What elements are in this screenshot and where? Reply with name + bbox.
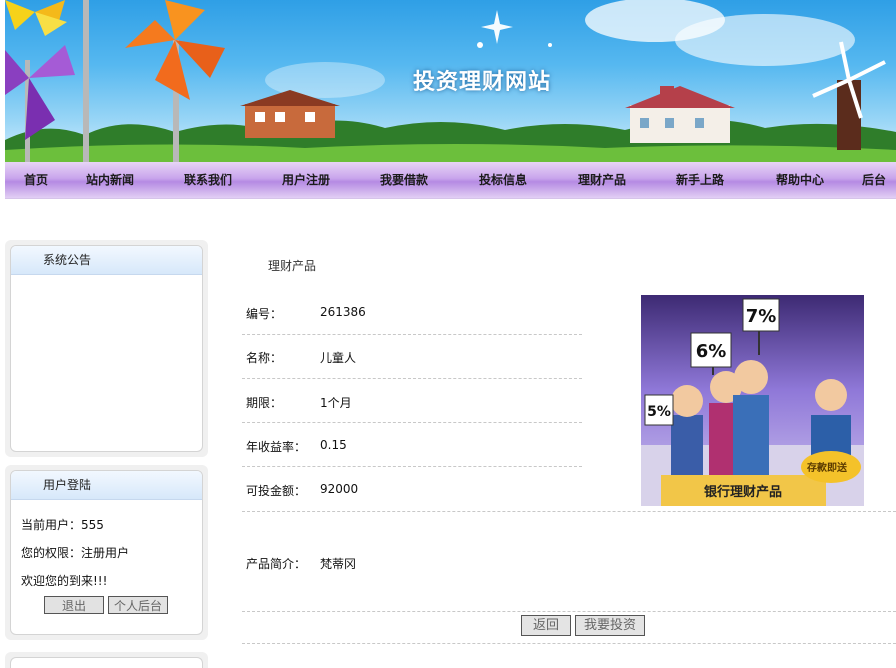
divider [242,334,582,335]
site-banner: 投资理财网站 [5,0,896,162]
product-image: 5% 6% 7% 存款即送 银行理财产品 [641,295,864,506]
page-title: 理财产品 [268,259,317,273]
nav-item-news[interactable]: 站内新闻 [86,162,134,198]
field-name-value: 儿童人 [320,351,357,365]
sign-7-percent: 7% [746,306,777,327]
field-rate-label: 年收益率： [246,440,307,454]
field-rate-value: 0.15 [320,438,347,452]
nav-item-borrow[interactable]: 我要借款 [380,162,428,198]
intro-label: 产品简介： [246,557,307,571]
field-name-label: 名称： [246,351,283,365]
nav-item-home[interactable]: 首页 [24,162,48,198]
notice-title: 系统公告 [11,246,202,275]
divider [242,511,896,512]
login-title: 用户登陆 [11,471,202,500]
logout-button[interactable]: 退出 [44,596,104,614]
field-amount-value: 92000 [320,482,359,496]
divider [242,378,582,379]
nav-item-contact[interactable]: 联系我们 [184,162,232,198]
notice-panel: 系统公告 [10,245,203,452]
nav-item-products[interactable]: 理财产品 [578,162,626,198]
back-button[interactable]: 返回 [521,615,571,636]
login-box: 用户登陆 当前用户：555 您的权限：注册用户 欢迎您的到来!!! 退出 个人后… [5,465,208,640]
nav-item-beginner[interactable]: 新手上路 [676,162,724,198]
nav-item-register[interactable]: 用户注册 [282,162,330,198]
field-term-value: 1个月 [320,396,352,410]
personal-center-button[interactable]: 个人后台 [108,596,168,614]
sidebar-next-box [5,652,208,668]
current-user: 当前用户：555 [21,518,104,532]
login-panel: 用户登陆 当前用户：555 您的权限：注册用户 欢迎您的到来!!! 退出 个人后… [10,470,203,635]
intro-value: 梵蒂冈 [320,557,357,571]
bank-products-text: 银行理财产品 [704,484,782,500]
nav-item-help[interactable]: 帮助中心 [776,162,824,198]
invest-button[interactable]: 我要投资 [575,615,645,636]
divider [242,643,896,644]
sign-6-percent: 6% [696,341,727,362]
field-term-label: 期限： [246,396,283,410]
site-title: 投资理财网站 [412,69,551,95]
nav-item-admin[interactable]: 后台 [862,162,886,198]
user-permission: 您的权限：注册用户 [21,546,130,560]
nav-item-bids[interactable]: 投标信息 [479,162,527,198]
divider [242,466,582,467]
deposit-text: 存款即送 [807,461,848,474]
main-nav: 首页 站内新闻 联系我们 用户注册 我要借款 投标信息 理财产品 新手上路 帮助… [5,162,896,199]
divider [242,611,896,612]
notice-box: 系统公告 [5,240,208,457]
welcome-text: 欢迎您的到来!!! [21,574,108,588]
field-id-value: 261386 [320,305,366,319]
field-amount-label: 可投金额： [246,484,307,498]
divider [242,422,582,423]
sidebar-next-panel [10,657,203,668]
field-id-label: 编号： [246,307,283,321]
sign-5-percent: 5% [647,404,671,420]
